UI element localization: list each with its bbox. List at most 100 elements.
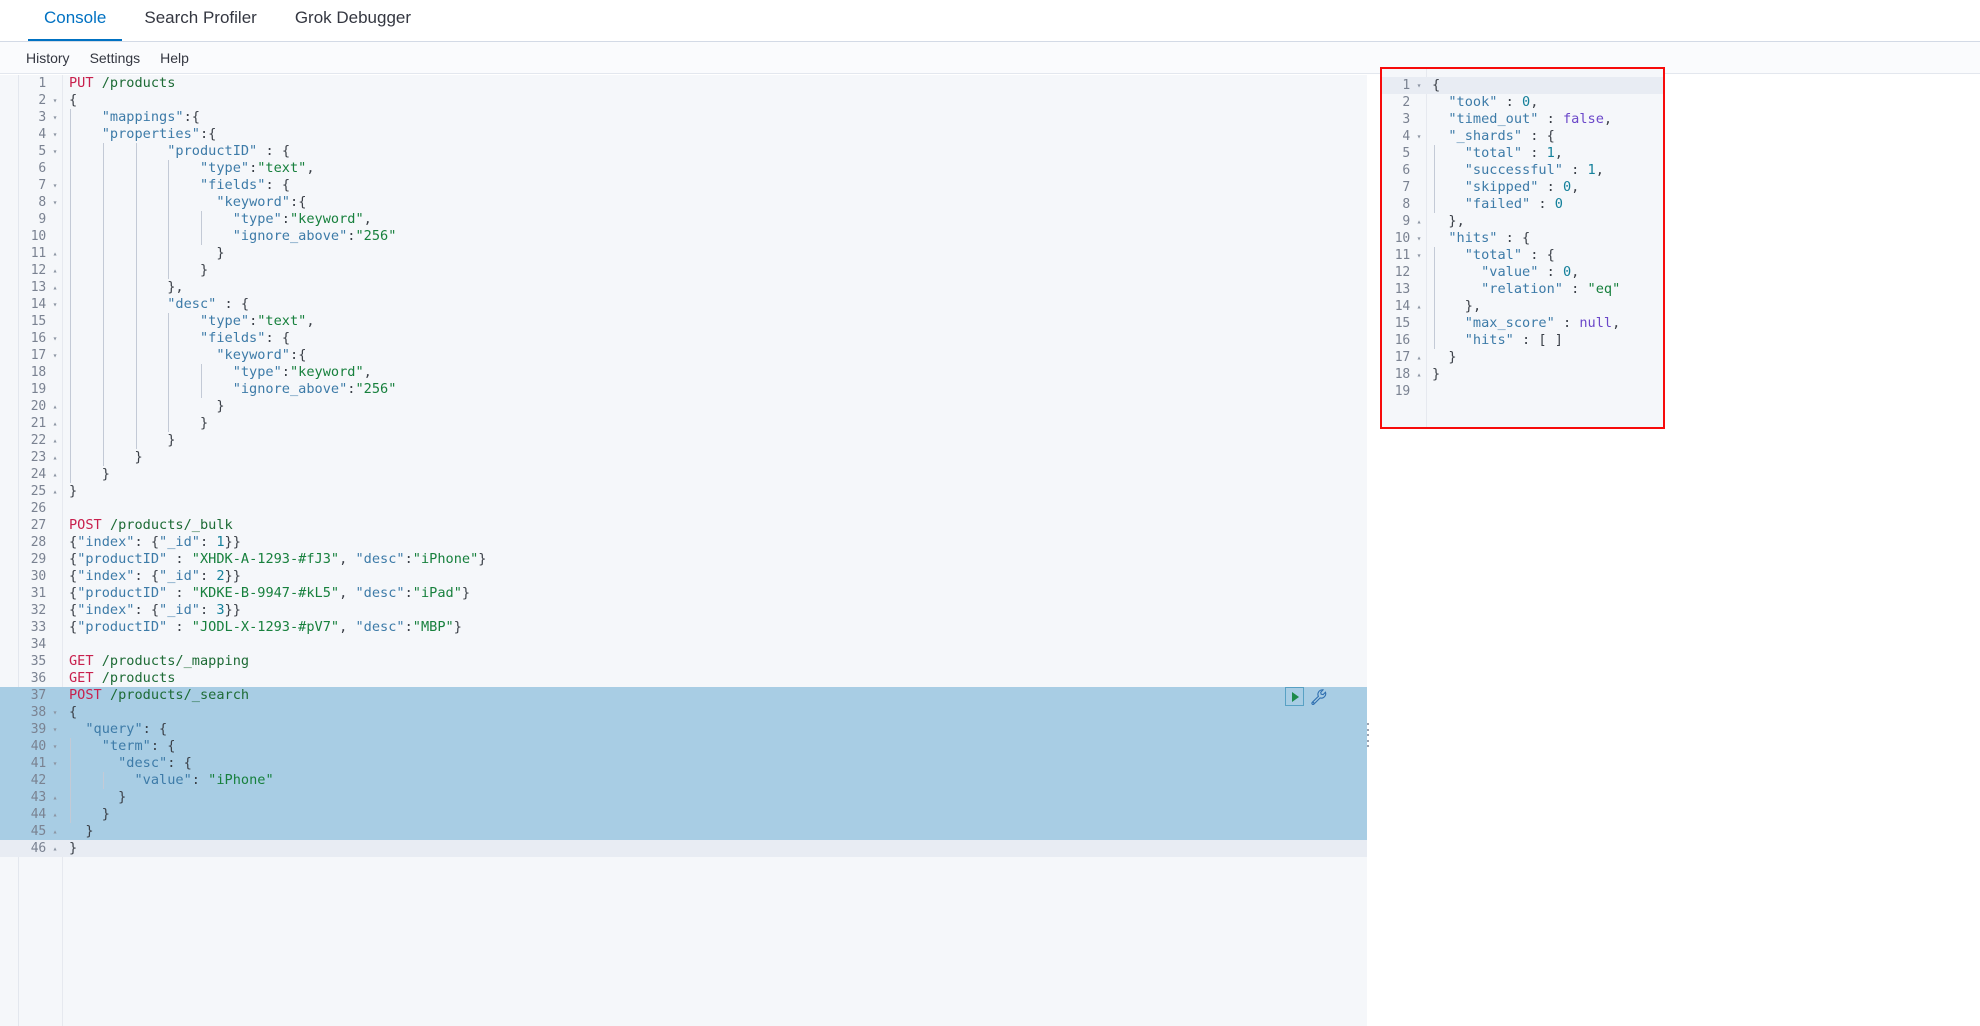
editor-line[interactable]: 5 "total" : 1, — [1382, 145, 1663, 162]
fold-close-icon[interactable]: ▴ — [48, 432, 62, 449]
editor-line[interactable]: 17 ▴ } — [1382, 349, 1663, 366]
editor-line[interactable]: 9 "type":"keyword", — [0, 211, 1367, 228]
app-tab-grok-debugger[interactable]: Grok Debugger — [279, 8, 427, 41]
fold-close-icon[interactable]: ▴ — [48, 823, 62, 840]
editor-line[interactable]: 1 ▾ { — [1382, 77, 1663, 94]
fold-open-icon[interactable]: ▾ — [48, 92, 62, 109]
fold-open-icon[interactable]: ▾ — [1412, 128, 1426, 145]
editor-line[interactable]: 1 PUT /products — [0, 75, 1367, 92]
editor-line[interactable]: 24 ▴ } — [0, 466, 1367, 483]
fold-close-icon[interactable]: ▴ — [48, 449, 62, 466]
fold-open-icon[interactable]: ▾ — [48, 177, 62, 194]
editor-line[interactable]: 19 "ignore_above":"256" — [0, 381, 1367, 398]
editor-line[interactable]: 7 "skipped" : 0, — [1382, 179, 1663, 196]
editor-line[interactable]: 19 — [1382, 383, 1663, 400]
play-icon[interactable] — [1285, 687, 1304, 706]
app-tab-console[interactable]: Console — [28, 8, 123, 41]
editor-line[interactable]: 40 ▾ "term": { — [0, 738, 1367, 755]
fold-close-icon[interactable]: ▴ — [1412, 349, 1426, 366]
fold-close-icon[interactable]: ▴ — [1412, 213, 1426, 230]
wrench-icon[interactable] — [1310, 688, 1327, 706]
menu-item-history[interactable]: History — [16, 50, 80, 66]
editor-line[interactable]: 11 ▾ "total" : { — [1382, 247, 1663, 264]
editor-line[interactable]: 45 ▴ } — [0, 823, 1367, 840]
request-editor[interactable]: 1 PUT /products 2 ▾{3 ▾ "mappings":{4 ▾ "prop… — [0, 75, 1367, 857]
editor-line[interactable]: 16 ▾ "fields": { — [0, 330, 1367, 347]
editor-line[interactable]: 13 ▴ }, — [0, 279, 1367, 296]
fold-open-icon[interactable]: ▾ — [48, 347, 62, 364]
fold-close-icon[interactable]: ▴ — [48, 483, 62, 500]
fold-close-icon[interactable]: ▴ — [1412, 298, 1426, 315]
editor-line[interactable]: 2 "took" : 0, — [1382, 94, 1663, 111]
editor-line[interactable]: 10 ▾ "hits" : { — [1382, 230, 1663, 247]
editor-line[interactable]: 15 "type":"text", — [0, 313, 1367, 330]
editor-line[interactable]: 3 ▾ "mappings":{ — [0, 109, 1367, 126]
app-tab-search-profiler[interactable]: Search Profiler — [128, 8, 272, 41]
fold-open-icon[interactable]: ▾ — [1412, 247, 1426, 264]
editor-line[interactable]: 4 ▾ "_shards" : { — [1382, 128, 1663, 145]
fold-close-icon[interactable]: ▴ — [48, 415, 62, 432]
editor-line[interactable]: 23 ▴ } — [0, 449, 1367, 466]
fold-open-icon[interactable]: ▾ — [48, 194, 62, 211]
fold-close-icon[interactable]: ▴ — [48, 806, 62, 823]
fold-open-icon[interactable]: ▾ — [48, 296, 62, 313]
fold-open-icon[interactable]: ▾ — [1412, 77, 1426, 94]
editor-line[interactable]: 32 {"index": {"_id": 3}} — [0, 602, 1367, 619]
editor-line[interactable]: 41 ▾ "desc": { — [0, 755, 1367, 772]
editor-line[interactable]: 43 ▴ } — [0, 789, 1367, 806]
menu-item-help[interactable]: Help — [150, 50, 199, 66]
fold-close-icon[interactable]: ▴ — [48, 466, 62, 483]
editor-line[interactable]: 13 "relation" : "eq" — [1382, 281, 1663, 298]
fold-open-icon[interactable]: ▾ — [48, 126, 62, 143]
editor-line[interactable]: 12 ▴ } — [0, 262, 1367, 279]
fold-open-icon[interactable]: ▾ — [1412, 230, 1426, 247]
editor-line[interactable]: 37 POST /products/_search — [0, 687, 1367, 704]
editor-line[interactable]: 16 "hits" : [ ] — [1382, 332, 1663, 349]
fold-close-icon[interactable]: ▴ — [48, 245, 62, 262]
editor-line[interactable]: 3 "timed_out" : false, — [1382, 111, 1663, 128]
editor-line[interactable]: 39 ▾ "query": { — [0, 721, 1367, 738]
drag-handle-icon[interactable] — [1363, 723, 1373, 747]
editor-line[interactable]: 14 ▴ }, — [1382, 298, 1663, 315]
editor-line[interactable]: 36 GET /products — [0, 670, 1367, 687]
editor-line[interactable]: 10 "ignore_above":"256" — [0, 228, 1367, 245]
fold-close-icon[interactable]: ▴ — [48, 840, 62, 857]
fold-open-icon[interactable]: ▾ — [48, 109, 62, 126]
editor-line[interactable]: 14 ▾ "desc" : { — [0, 296, 1367, 313]
editor-line[interactable]: 35 GET /products/_mapping — [0, 653, 1367, 670]
response-editor[interactable]: 1 ▾{2 "took" : 0, 3 "timed_out" : false, 4 ▾… — [1382, 69, 1663, 400]
editor-line[interactable]: 26 — [0, 500, 1367, 517]
editor-line[interactable]: 18 "type":"keyword", — [0, 364, 1367, 381]
editor-line[interactable]: 2 ▾ { — [0, 92, 1367, 109]
editor-line[interactable]: 20 ▴ } — [0, 398, 1367, 415]
fold-open-icon[interactable]: ▾ — [48, 755, 62, 772]
editor-line[interactable]: 38 ▾ { — [0, 704, 1367, 721]
fold-close-icon[interactable]: ▴ — [1412, 366, 1426, 383]
fold-open-icon[interactable]: ▾ — [48, 738, 62, 755]
request-editor-pane[interactable]: 1 PUT /products 2 ▾{3 ▾ "mappings":{4 ▾ "prop… — [0, 75, 1368, 1026]
editor-line[interactable]: 29 {"productID" : "XHDK-A-1293-#fJ3", "de… — [0, 551, 1367, 568]
menu-item-settings[interactable]: Settings — [80, 50, 151, 66]
fold-close-icon[interactable]: ▴ — [48, 398, 62, 415]
editor-line[interactable]: 11 ▴ } — [0, 245, 1367, 262]
editor-line[interactable]: 5 ▾ "productID" : { — [0, 143, 1367, 160]
editor-line[interactable]: 7 ▾ "fields": { — [0, 177, 1367, 194]
editor-line[interactable]: 8 "failed" : 0 — [1382, 196, 1663, 213]
editor-line[interactable]: 4 ▾ "properties":{ — [0, 126, 1367, 143]
request-action-controls[interactable] — [1282, 686, 1330, 707]
editor-line[interactable]: 6 "successful" : 1, — [1382, 162, 1663, 179]
editor-line[interactable]: 9 ▴ }, — [1382, 213, 1663, 230]
editor-line[interactable]: 46 ▴} — [0, 840, 1367, 857]
fold-open-icon[interactable]: ▾ — [48, 704, 62, 721]
fold-open-icon[interactable]: ▾ — [48, 721, 62, 738]
fold-close-icon[interactable]: ▴ — [48, 279, 62, 296]
editor-line[interactable]: 28 {"index": {"_id": 1}} — [0, 534, 1367, 551]
editor-line[interactable]: 18 ▴} — [1382, 366, 1663, 383]
editor-line[interactable]: 21 ▴ } — [0, 415, 1367, 432]
fold-close-icon[interactable]: ▴ — [48, 789, 62, 806]
editor-line[interactable]: 42 "value": "iPhone" — [0, 772, 1367, 789]
editor-line[interactable]: 17 ▾ "keyword":{ — [0, 347, 1367, 364]
fold-open-icon[interactable]: ▾ — [48, 143, 62, 160]
editor-line[interactable]: 34 — [0, 636, 1367, 653]
editor-line[interactable]: 30 {"index": {"_id": 2}} — [0, 568, 1367, 585]
